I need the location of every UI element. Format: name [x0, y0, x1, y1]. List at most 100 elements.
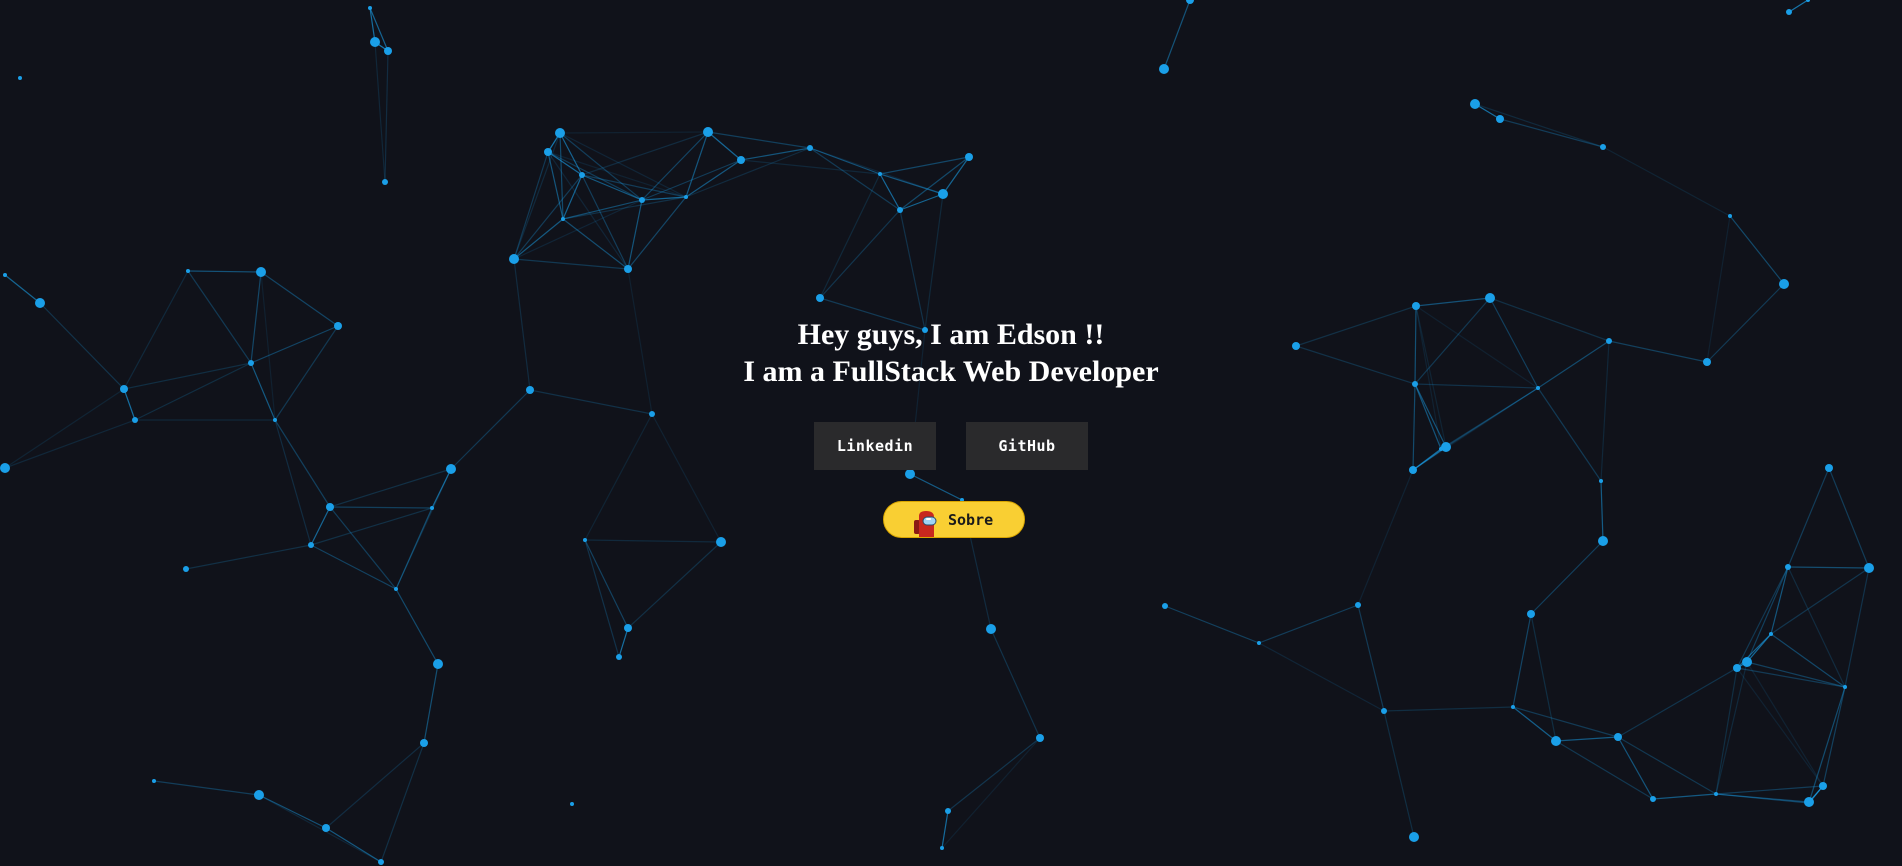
- particle-link: [947, 737, 1041, 812]
- particle-link: [123, 388, 136, 421]
- particle-node: [878, 172, 882, 176]
- particle-node: [1785, 564, 1791, 570]
- particle-node: [1864, 563, 1874, 573]
- particle-node: [905, 469, 915, 479]
- particle-link: [559, 132, 583, 176]
- particle-link: [1357, 604, 1385, 712]
- particle-node: [433, 659, 443, 669]
- particle-link: [1383, 710, 1415, 838]
- particle-node: [256, 267, 266, 277]
- particle-node: [1036, 734, 1044, 742]
- sobre-label: Sobre: [948, 510, 994, 529]
- particle-link: [1746, 566, 1789, 663]
- particle-link: [380, 742, 425, 863]
- particle-node: [1485, 293, 1495, 303]
- particle-node: [1599, 479, 1603, 483]
- particle-link: [1163, 0, 1191, 70]
- particle-node: [35, 298, 45, 308]
- particle-link: [4, 274, 41, 304]
- particle-node: [807, 145, 813, 151]
- particle-link: [547, 151, 629, 270]
- among-us-crewmate-icon: [914, 510, 937, 537]
- particle-link: [941, 737, 1041, 849]
- particle-link: [310, 507, 433, 546]
- particle-link: [627, 541, 722, 629]
- particle-node: [394, 587, 398, 591]
- particle-link: [1164, 605, 1260, 644]
- particle-link: [1512, 706, 1557, 742]
- particle-link: [879, 156, 970, 175]
- particle-link: [423, 663, 439, 744]
- particle-link: [924, 193, 944, 331]
- particle-link: [258, 794, 382, 863]
- particle-link: [1600, 480, 1604, 542]
- social-buttons: Linkedin GitHub: [0, 422, 1902, 470]
- particle-node: [639, 197, 645, 203]
- particle-node: [3, 273, 7, 277]
- particle-node: [570, 802, 574, 806]
- particle-link: [562, 218, 629, 270]
- greeting-line: Hey guys, I am Edson !!: [797, 318, 1105, 351]
- particle-link: [990, 628, 1041, 739]
- particle-node: [1496, 115, 1504, 123]
- particle-link: [1555, 736, 1619, 742]
- particle-link: [581, 174, 643, 201]
- particle-node: [1728, 214, 1732, 218]
- particle-node: [624, 624, 632, 632]
- particle-node: [186, 269, 190, 273]
- particle-node: [254, 790, 264, 800]
- particle-node: [1733, 664, 1741, 672]
- particle-link: [1512, 613, 1532, 708]
- particle-node: [1742, 657, 1752, 667]
- particle-link: [1602, 146, 1731, 217]
- particle-link: [909, 473, 963, 501]
- particle-link: [1258, 604, 1359, 644]
- particle-node: [509, 254, 519, 264]
- particle-link: [1746, 661, 1846, 688]
- particle-node: [649, 411, 655, 417]
- particle-link: [187, 270, 262, 273]
- particle-link: [310, 544, 397, 590]
- particle-link: [185, 544, 312, 570]
- particle-node: [183, 566, 189, 572]
- particle-link: [641, 131, 709, 201]
- particle-node: [703, 127, 713, 137]
- particle-node: [986, 624, 996, 634]
- particle-link: [740, 147, 811, 161]
- github-button[interactable]: GitHub: [966, 422, 1088, 470]
- particle-node: [382, 179, 388, 185]
- particle-link: [513, 151, 549, 260]
- particle-link: [1736, 566, 1789, 669]
- particle-node: [816, 294, 824, 302]
- particle-link: [899, 193, 944, 211]
- linkedin-button[interactable]: Linkedin: [814, 422, 936, 470]
- particle-node: [1551, 736, 1561, 746]
- particle-link: [685, 131, 709, 198]
- sobre-button[interactable]: Sobre: [883, 501, 1025, 538]
- particle-node: [583, 538, 587, 542]
- particle-link: [809, 147, 901, 211]
- particle-node: [308, 542, 314, 548]
- particle-link: [1828, 467, 1870, 569]
- particle-node: [322, 824, 330, 832]
- particle-link: [547, 151, 583, 176]
- particle-node: [716, 537, 726, 547]
- particle-link: [1715, 667, 1738, 795]
- particle-link: [618, 627, 629, 658]
- particle-node: [1527, 610, 1535, 618]
- particle-node: [1598, 536, 1608, 546]
- particle-link: [325, 827, 382, 863]
- particle-node: [378, 859, 384, 865]
- particle-node: [544, 148, 552, 156]
- particle-node: [1159, 64, 1169, 74]
- particle-link: [513, 199, 643, 260]
- particle-link: [1787, 566, 1870, 569]
- particle-link: [1844, 567, 1870, 688]
- particle-node: [1162, 603, 1168, 609]
- particle-node: [384, 47, 392, 55]
- particle-link: [1474, 103, 1604, 148]
- particle-node: [18, 76, 22, 80]
- particle-node: [1511, 705, 1515, 709]
- particle-node: [965, 153, 973, 161]
- particle-node: [1614, 733, 1622, 741]
